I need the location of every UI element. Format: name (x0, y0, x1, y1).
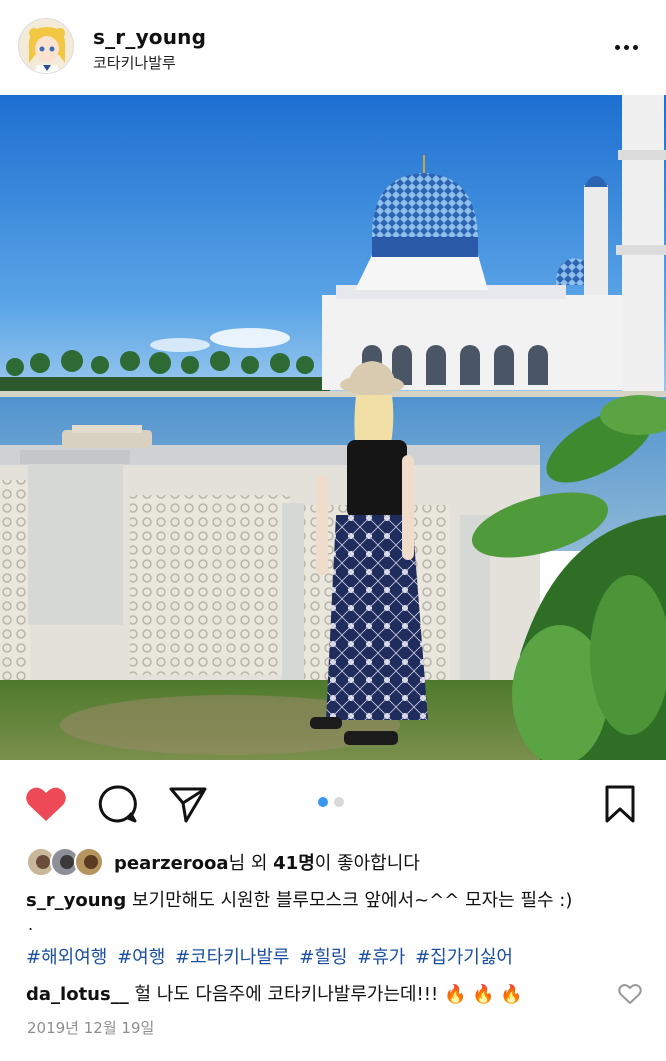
carousel-indicator (318, 797, 344, 807)
hashtag[interactable]: #코타키나발루 (175, 947, 289, 968)
carousel-dot-active (318, 797, 328, 807)
comment-icon[interactable] (96, 782, 140, 826)
comment: da_lotus__ 헐 나도 다음주에 코타키나발루가는데!!! 🔥 🔥 🔥 (26, 980, 523, 1006)
likes-row[interactable]: pearzerooa님 외 41명이 좋아합니다 (26, 845, 420, 879)
comment-text: 헐 나도 다음주에 코타키나발루가는데!!! (134, 984, 439, 1005)
liker-avatar (74, 847, 104, 877)
caption-text: 보기만해도 시원한 블루모스크 앞에서~^^ 모자는 필수 :) (131, 890, 573, 911)
send-icon[interactable] (166, 782, 210, 826)
post-username[interactable]: s_r_young (93, 25, 206, 49)
comment-username[interactable]: da_lotus__ (26, 984, 129, 1005)
fire-emoji: 🔥 🔥 🔥 (443, 984, 523, 1005)
hashtag[interactable]: #해외여행 (26, 947, 107, 968)
caption: s_r_young 보기만해도 시원한 블루모스크 앞에서~^^ 모자는 필수 … (26, 886, 572, 912)
more-options-icon[interactable] (606, 32, 646, 62)
hashtag[interactable]: #집가기싫어 (415, 947, 513, 968)
liker-username[interactable]: pearzerooa (114, 853, 229, 874)
comment-like-heart-icon[interactable] (618, 983, 642, 1005)
caption-dot: . (28, 915, 34, 934)
bookmark-icon[interactable] (598, 782, 642, 826)
hashtag-list: #해외여행 #여행 #코타키나발루 #힐링 #휴가 #집가기싫어 (26, 943, 517, 969)
like-heart-icon[interactable] (24, 782, 68, 826)
hashtag[interactable]: #여행 (117, 947, 165, 968)
hashtag[interactable]: #휴가 (357, 947, 405, 968)
carousel-dot (334, 797, 344, 807)
likes-text-mid: 님 외 (228, 853, 274, 874)
post-header: s_r_young 코타키나발루 (0, 0, 666, 95)
avatar[interactable] (18, 18, 74, 74)
likes-text-end: 이 좋아합니다 (314, 853, 420, 874)
likes-text: pearzerooa님 외 41명이 좋아합니다 (114, 849, 420, 875)
post-date: 2019년 12월 19일 (27, 1019, 155, 1037)
hashtag[interactable]: #힐링 (299, 947, 347, 968)
post-location[interactable]: 코타키나발루 (93, 52, 176, 73)
post-photo[interactable] (0, 95, 666, 760)
likes-count[interactable]: 41명 (273, 853, 315, 874)
caption-username[interactable]: s_r_young (26, 890, 126, 911)
